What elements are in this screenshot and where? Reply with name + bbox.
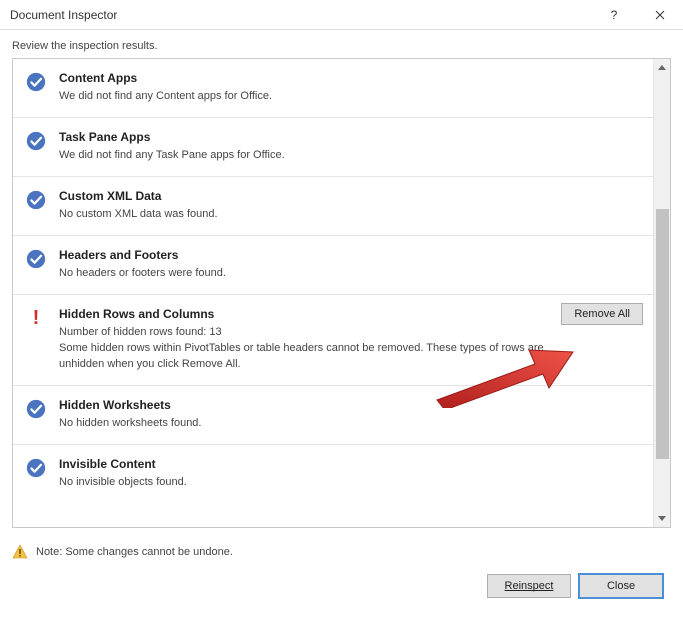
scroll-thumb[interactable] [656,209,669,459]
result-description: No invisible objects found. [59,475,641,491]
warning-icon [12,544,28,560]
reinspect-button[interactable]: Reinspect [487,574,571,598]
titlebar: Document Inspector ? [0,0,683,30]
check-icon [25,189,47,211]
result-item: Invisible Content No invisible objects f… [13,445,653,503]
check-icon [25,398,47,420]
result-item: Custom XML Data No custom XML data was f… [13,177,653,236]
chevron-up-icon [658,65,666,70]
footer-note: Note: Some changes cannot be undone. [0,538,683,564]
close-icon [655,10,665,20]
result-title: Headers and Footers [59,248,641,262]
chevron-down-icon [658,516,666,521]
check-icon [25,130,47,152]
results-panel: Content Apps We did not find any Content… [12,58,671,528]
result-description: No custom XML data was found. [59,207,641,223]
instructions-text: Review the inspection results. [0,30,683,58]
result-action: Remove All [561,303,643,325]
alert-icon: ! [25,307,47,329]
result-description: We did not find any Task Pane apps for O… [59,148,641,164]
result-title: Invisible Content [59,457,641,471]
result-title: Hidden Worksheets [59,398,641,412]
result-description: No headers or footers were found. [59,266,641,282]
result-item: ! Hidden Rows and Columns Number of hidd… [13,295,653,386]
result-title: Task Pane Apps [59,130,641,144]
result-item: Hidden Worksheets No hidden worksheets f… [13,386,653,445]
help-icon: ? [611,8,618,22]
check-icon [25,71,47,93]
scroll-down-button[interactable] [654,510,670,527]
dialog-button-row: Reinspect Close [0,564,683,610]
result-item: Content Apps We did not find any Content… [13,59,653,118]
help-button[interactable]: ? [591,0,637,30]
check-icon [25,457,47,479]
check-icon [25,248,47,270]
remove-all-button[interactable]: Remove All [561,303,643,325]
result-item: Headers and Footers No headers or footer… [13,236,653,295]
result-title: Custom XML Data [59,189,641,203]
result-title: Hidden Rows and Columns [59,307,641,321]
close-button[interactable]: Close [579,574,663,598]
result-title: Content Apps [59,71,641,85]
result-description: We did not find any Content apps for Off… [59,89,641,105]
scrollbar[interactable] [653,59,670,527]
footer-note-text: Note: Some changes cannot be undone. [36,546,233,558]
result-item: Task Pane Apps We did not find any Task … [13,118,653,177]
results-list: Content Apps We did not find any Content… [13,59,653,527]
close-window-button[interactable] [637,0,683,30]
result-description: No hidden worksheets found. [59,416,641,432]
scroll-up-button[interactable] [654,59,670,76]
result-description: Number of hidden rows found: 13 Some hid… [59,325,641,373]
dialog-title: Document Inspector [10,8,591,22]
